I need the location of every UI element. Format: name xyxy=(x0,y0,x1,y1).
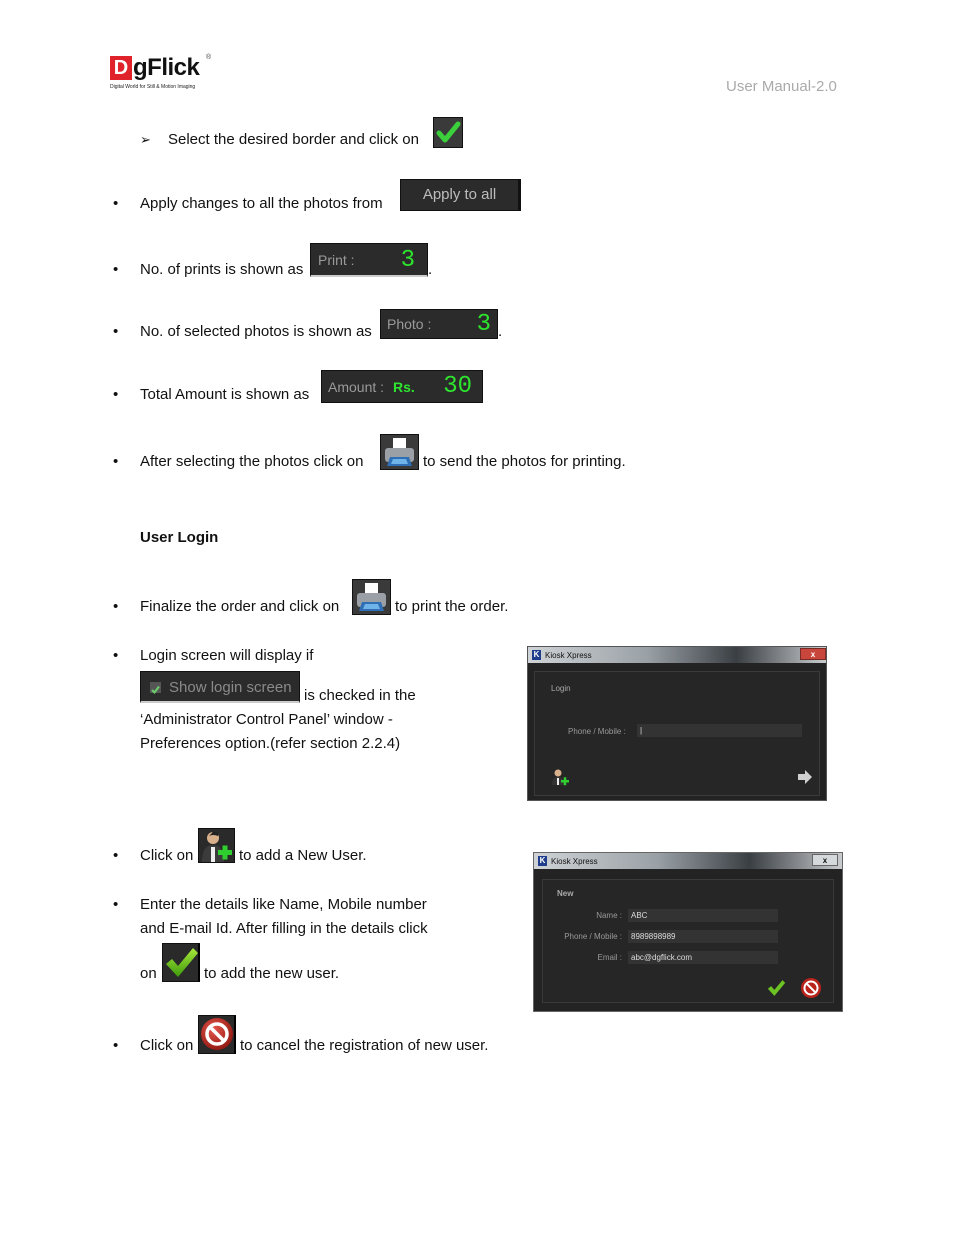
doc-label: User Manual-2.0 xyxy=(726,78,837,95)
period: . xyxy=(428,261,433,278)
add-user-text-before: Click on xyxy=(140,847,194,864)
checkbox-label: Show login screen xyxy=(169,679,292,696)
add-user-icon xyxy=(552,769,569,786)
print-counter: Print : 3 xyxy=(310,243,428,277)
login-window-titlebar: K Kiosk Xpress xyxy=(528,647,826,663)
bullet: • xyxy=(113,847,119,864)
cancel-registration-button[interactable] xyxy=(198,1015,236,1054)
check-icon xyxy=(436,121,461,143)
cancel-text-before: Click on xyxy=(140,1037,194,1054)
window-title: Kiosk Xpress xyxy=(551,856,598,866)
phone-label: Phone / Mobile : xyxy=(564,932,622,941)
new-user-window: K Kiosk Xpress x New Name : ABC Phone / … xyxy=(533,852,843,1012)
login-screen-line1: Login screen will display if xyxy=(140,647,314,664)
new-user-heading: New xyxy=(557,889,574,898)
confirm-button[interactable] xyxy=(433,117,463,148)
amount-counter: Amount : Rs. 30 xyxy=(321,370,483,403)
printer-icon xyxy=(385,438,414,466)
amount-counter-value: 30 xyxy=(443,373,472,400)
printer-icon xyxy=(357,583,386,611)
add-user-button-doc[interactable] xyxy=(198,828,235,863)
dgflick-logo: D gFlick ® Digital World for Still & Mot… xyxy=(110,54,212,96)
add-user-button[interactable] xyxy=(551,768,569,786)
new-user-window-titlebar: K Kiosk Xpress xyxy=(534,853,842,869)
print-order-button[interactable] xyxy=(352,579,391,615)
close-button[interactable]: x xyxy=(800,648,826,660)
prints-text: No. of prints is shown as xyxy=(140,261,304,278)
photos-text: No. of selected photos is shown as xyxy=(140,323,372,340)
next-button[interactable] xyxy=(797,770,813,784)
amount-counter-label: Amount : xyxy=(328,379,385,395)
bullet: • xyxy=(113,195,119,212)
email-input[interactable]: abc@dgflick.com xyxy=(628,951,778,964)
logo-tagline: Digital World for Still & Motion Imaging xyxy=(110,84,196,90)
bullet: • xyxy=(113,261,119,278)
arrow-bullet: ➢ xyxy=(140,132,151,147)
bullet: • xyxy=(113,323,119,340)
logo-wordmark: gFlick xyxy=(133,54,200,81)
new-user-panel: New Name : ABC Phone / Mobile : 89898989… xyxy=(542,879,834,1003)
cancel-text-after: to cancel the registration of new user. xyxy=(240,1037,489,1054)
cancel-button[interactable] xyxy=(800,977,822,999)
amount-text: Total Amount is shown as xyxy=(140,386,310,403)
cancel-icon xyxy=(801,978,821,998)
window-title: Kiosk Xpress xyxy=(545,650,592,660)
check-icon xyxy=(767,980,786,996)
print-counter-value: 3 xyxy=(400,247,415,274)
bullet: • xyxy=(113,598,119,615)
name-input[interactable]: ABC xyxy=(628,909,778,922)
show-login-screen-checkbox[interactable]: Show login screen xyxy=(140,671,300,703)
logo-initial: D xyxy=(110,56,132,80)
bullet: • xyxy=(113,453,119,470)
apply-all-text: Apply changes to all the photos from xyxy=(140,195,383,212)
add-user-text-after: to add a New User. xyxy=(239,847,367,864)
enter-details-line2: and E-mail Id. After filling in the deta… xyxy=(140,920,428,937)
print-button[interactable] xyxy=(380,434,419,470)
app-icon: K xyxy=(532,650,541,660)
bullet: • xyxy=(113,896,119,913)
photo-counter: Photo : 3 xyxy=(380,309,498,339)
close-button[interactable]: x xyxy=(812,854,838,866)
bullet: • xyxy=(113,386,119,403)
login-heading: Login xyxy=(551,684,571,693)
enter-details-line3-before: on xyxy=(140,965,157,982)
select-border-text: Select the desired border and click on xyxy=(168,131,419,148)
login-window: K Kiosk Xpress x Login Phone / Mobile : … xyxy=(527,646,827,801)
login-screen-line3: ‘Administrator Control Panel’ window - xyxy=(140,711,393,728)
arrow-right-icon xyxy=(798,770,812,784)
section-title: User Login xyxy=(140,529,219,546)
login-panel: Login Phone / Mobile : | xyxy=(534,671,820,796)
add-user-icon xyxy=(202,831,232,862)
check-icon xyxy=(151,685,160,695)
save-button[interactable] xyxy=(765,978,787,998)
apply-to-all-button[interactable]: Apply to all xyxy=(400,179,521,211)
registered-mark: ® xyxy=(206,54,212,61)
send-print-text-after: to send the photos for printing. xyxy=(423,453,626,470)
login-screen-line2: is checked in the xyxy=(304,687,416,704)
send-print-text-before: After selecting the photos click on xyxy=(140,453,364,470)
finalize-text-before: Finalize the order and click on xyxy=(140,598,340,615)
email-label: Email : xyxy=(597,953,622,962)
bullet: • xyxy=(113,1037,119,1054)
phone-input[interactable]: | xyxy=(637,724,802,737)
period: . xyxy=(498,323,503,340)
enter-details-line1: Enter the details like Name, Mobile numb… xyxy=(140,896,427,913)
save-user-button[interactable] xyxy=(162,943,200,982)
finalize-text-after: to print the order. xyxy=(395,598,509,615)
cancel-icon xyxy=(201,1018,233,1050)
enter-details-line3-after: to add the new user. xyxy=(204,965,340,982)
phone-input[interactable]: 8989898989 xyxy=(628,930,778,943)
photo-counter-label: Photo : xyxy=(387,316,432,332)
check-icon xyxy=(166,948,198,977)
name-label: Name : xyxy=(596,911,622,920)
currency-label: Rs. xyxy=(393,379,415,395)
checkbox-box xyxy=(150,682,161,695)
login-screen-line4: Preferences option.(refer section 2.2.4) xyxy=(140,735,401,752)
photo-counter-value: 3 xyxy=(476,311,491,338)
print-counter-label: Print : xyxy=(318,252,355,268)
phone-label: Phone / Mobile : xyxy=(568,727,626,736)
app-icon: K xyxy=(538,856,547,866)
bullet: • xyxy=(113,647,119,664)
